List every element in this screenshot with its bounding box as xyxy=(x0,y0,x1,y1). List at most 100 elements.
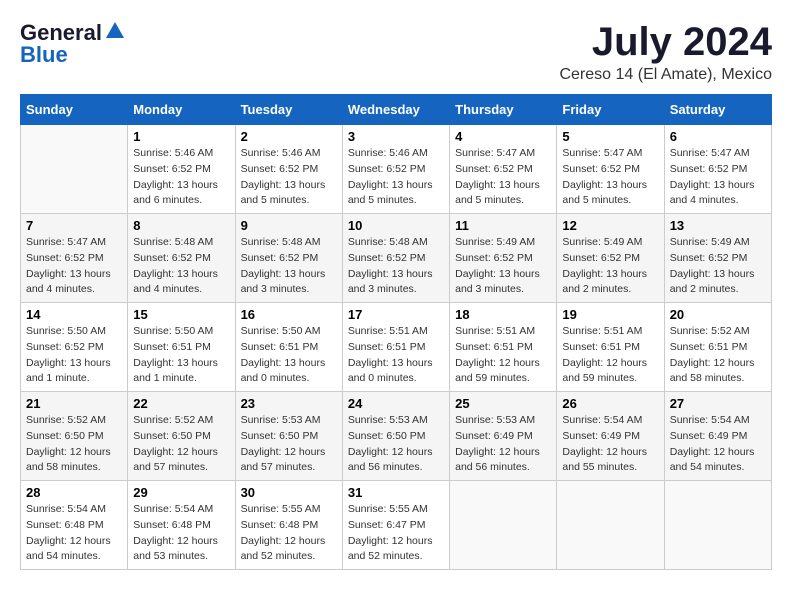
day-info: Sunrise: 5:51 AMSunset: 6:51 PMDaylight:… xyxy=(348,324,444,387)
calendar-cell: 24 Sunrise: 5:53 AMSunset: 6:50 PMDayligh… xyxy=(342,392,449,481)
calendar-cell: 10 Sunrise: 5:48 AMSunset: 6:52 PMDayligh… xyxy=(342,214,449,303)
calendar-cell xyxy=(450,481,557,570)
calendar-cell: 11 Sunrise: 5:49 AMSunset: 6:52 PMDayligh… xyxy=(450,214,557,303)
calendar-cell: 2 Sunrise: 5:46 AMSunset: 6:52 PMDaylight… xyxy=(235,125,342,214)
calendar-cell: 29Sunrise: 5:54 AMSunset: 6:48 PMDayligh… xyxy=(128,481,235,570)
calendar-cell: 8 Sunrise: 5:48 AMSunset: 6:52 PMDaylight… xyxy=(128,214,235,303)
col-monday: Monday xyxy=(128,95,235,125)
col-sunday: Sunday xyxy=(21,95,128,125)
calendar-cell xyxy=(21,125,128,214)
calendar-subtitle: Cereso 14 (El Amate), Mexico xyxy=(559,66,772,84)
logo: General Blue xyxy=(20,20,126,68)
day-number: 27 xyxy=(670,396,766,411)
day-info: Sunrise: 5:46 AMSunset: 6:52 PMDaylight:… xyxy=(348,146,444,209)
calendar-cell: 4 Sunrise: 5:47 AMSunset: 6:52 PMDaylight… xyxy=(450,125,557,214)
day-number: 31 xyxy=(348,485,444,500)
calendar-cell: 21Sunrise: 5:52 AMSunset: 6:50 PMDayligh… xyxy=(21,392,128,481)
calendar-cell: 17Sunrise: 5:51 AMSunset: 6:51 PMDayligh… xyxy=(342,303,449,392)
day-info: Sunrise: 5:51 AMSunset: 6:51 PMDaylight:… xyxy=(455,324,551,387)
calendar-cell: 26 Sunrise: 5:54 AMSunset: 6:49 PMDayligh… xyxy=(557,392,664,481)
calendar-cell: 13 Sunrise: 5:49 AMSunset: 6:52 PMDayligh… xyxy=(664,214,771,303)
week-row-2: 7 Sunrise: 5:47 AMSunset: 6:52 PMDaylight… xyxy=(21,214,772,303)
week-row-4: 21Sunrise: 5:52 AMSunset: 6:50 PMDayligh… xyxy=(21,392,772,481)
calendar-cell: 27Sunrise: 5:54 AMSunset: 6:49 PMDayligh… xyxy=(664,392,771,481)
day-number: 30 xyxy=(241,485,337,500)
day-number: 2 xyxy=(241,129,337,144)
day-info: Sunrise: 5:49 AMSunset: 6:52 PMDaylight:… xyxy=(455,235,551,298)
day-info: Sunrise: 5:47 AMSunset: 6:52 PMDaylight:… xyxy=(562,146,658,209)
logo-blue: Blue xyxy=(20,42,68,68)
calendar-cell: 3 Sunrise: 5:46 AMSunset: 6:52 PMDaylight… xyxy=(342,125,449,214)
day-number: 24 xyxy=(348,396,444,411)
week-row-1: 1 Sunrise: 5:46 AMSunset: 6:52 PMDaylight… xyxy=(21,125,772,214)
day-number: 15 xyxy=(133,307,229,322)
day-number: 8 xyxy=(133,218,229,233)
header-row: Sunday Monday Tuesday Wednesday Thursday… xyxy=(21,95,772,125)
day-info: Sunrise: 5:48 AMSunset: 6:52 PMDaylight:… xyxy=(241,235,337,298)
week-row-5: 28Sunrise: 5:54 AMSunset: 6:48 PMDayligh… xyxy=(21,481,772,570)
day-info: Sunrise: 5:54 AMSunset: 6:48 PMDaylight:… xyxy=(133,502,229,565)
day-number: 11 xyxy=(455,218,551,233)
col-saturday: Saturday xyxy=(664,95,771,125)
calendar-table: Sunday Monday Tuesday Wednesday Thursday… xyxy=(20,94,772,570)
calendar-cell: 14 Sunrise: 5:50 AMSunset: 6:52 PMDayligh… xyxy=(21,303,128,392)
day-number: 18 xyxy=(455,307,551,322)
day-info: Sunrise: 5:48 AMSunset: 6:52 PMDaylight:… xyxy=(348,235,444,298)
day-number: 14 xyxy=(26,307,122,322)
day-number: 1 xyxy=(133,129,229,144)
calendar-body: 1 Sunrise: 5:46 AMSunset: 6:52 PMDaylight… xyxy=(21,125,772,570)
calendar-cell: 19Sunrise: 5:51 AMSunset: 6:51 PMDayligh… xyxy=(557,303,664,392)
week-row-3: 14 Sunrise: 5:50 AMSunset: 6:52 PMDayligh… xyxy=(21,303,772,392)
calendar-cell xyxy=(664,481,771,570)
day-number: 9 xyxy=(241,218,337,233)
day-info: Sunrise: 5:53 AMSunset: 6:50 PMDaylight:… xyxy=(241,413,337,476)
day-info: Sunrise: 5:55 AMSunset: 6:47 PMDaylight:… xyxy=(348,502,444,565)
day-info: Sunrise: 5:49 AMSunset: 6:52 PMDaylight:… xyxy=(562,235,658,298)
calendar-cell: 18 Sunrise: 5:51 AMSunset: 6:51 PMDayligh… xyxy=(450,303,557,392)
day-number: 12 xyxy=(562,218,658,233)
day-info: Sunrise: 5:47 AMSunset: 6:52 PMDaylight:… xyxy=(455,146,551,209)
day-info: Sunrise: 5:55 AMSunset: 6:48 PMDaylight:… xyxy=(241,502,337,565)
calendar-cell: 16 Sunrise: 5:50 AMSunset: 6:51 PMDayligh… xyxy=(235,303,342,392)
day-number: 16 xyxy=(241,307,337,322)
calendar-cell: 1 Sunrise: 5:46 AMSunset: 6:52 PMDaylight… xyxy=(128,125,235,214)
day-info: Sunrise: 5:50 AMSunset: 6:52 PMDaylight:… xyxy=(26,324,122,387)
col-tuesday: Tuesday xyxy=(235,95,342,125)
calendar-cell: 20Sunrise: 5:52 AMSunset: 6:51 PMDayligh… xyxy=(664,303,771,392)
col-wednesday: Wednesday xyxy=(342,95,449,125)
day-info: Sunrise: 5:50 AMSunset: 6:51 PMDaylight:… xyxy=(133,324,229,387)
calendar-header: Sunday Monday Tuesday Wednesday Thursday… xyxy=(21,95,772,125)
day-info: Sunrise: 5:46 AMSunset: 6:52 PMDaylight:… xyxy=(133,146,229,209)
day-number: 13 xyxy=(670,218,766,233)
day-info: Sunrise: 5:47 AMSunset: 6:52 PMDaylight:… xyxy=(26,235,122,298)
day-info: Sunrise: 5:53 AMSunset: 6:50 PMDaylight:… xyxy=(348,413,444,476)
day-number: 25 xyxy=(455,396,551,411)
day-number: 20 xyxy=(670,307,766,322)
calendar-cell: 23Sunrise: 5:53 AMSunset: 6:50 PMDayligh… xyxy=(235,392,342,481)
day-number: 26 xyxy=(562,396,658,411)
day-info: Sunrise: 5:50 AMSunset: 6:51 PMDaylight:… xyxy=(241,324,337,387)
calendar-cell: 12 Sunrise: 5:49 AMSunset: 6:52 PMDayligh… xyxy=(557,214,664,303)
day-number: 10 xyxy=(348,218,444,233)
calendar-cell: 5 Sunrise: 5:47 AMSunset: 6:52 PMDaylight… xyxy=(557,125,664,214)
day-number: 5 xyxy=(562,129,658,144)
day-info: Sunrise: 5:46 AMSunset: 6:52 PMDaylight:… xyxy=(241,146,337,209)
calendar-cell: 6Sunrise: 5:47 AMSunset: 6:52 PMDaylight… xyxy=(664,125,771,214)
header: General Blue July 2024 Cereso 14 (El Ama… xyxy=(20,20,772,84)
calendar-cell: 7 Sunrise: 5:47 AMSunset: 6:52 PMDaylight… xyxy=(21,214,128,303)
calendar-cell: 28Sunrise: 5:54 AMSunset: 6:48 PMDayligh… xyxy=(21,481,128,570)
day-info: Sunrise: 5:48 AMSunset: 6:52 PMDaylight:… xyxy=(133,235,229,298)
logo-icon xyxy=(104,20,126,42)
day-info: Sunrise: 5:49 AMSunset: 6:52 PMDaylight:… xyxy=(670,235,766,298)
day-info: Sunrise: 5:47 AMSunset: 6:52 PMDaylight:… xyxy=(670,146,766,209)
calendar-title: July 2024 xyxy=(559,20,772,64)
day-info: Sunrise: 5:54 AMSunset: 6:49 PMDaylight:… xyxy=(562,413,658,476)
col-friday: Friday xyxy=(557,95,664,125)
day-number: 4 xyxy=(455,129,551,144)
day-number: 3 xyxy=(348,129,444,144)
day-number: 7 xyxy=(26,218,122,233)
day-info: Sunrise: 5:52 AMSunset: 6:50 PMDaylight:… xyxy=(133,413,229,476)
day-info: Sunrise: 5:53 AMSunset: 6:49 PMDaylight:… xyxy=(455,413,551,476)
calendar-cell: 9 Sunrise: 5:48 AMSunset: 6:52 PMDaylight… xyxy=(235,214,342,303)
title-area: July 2024 Cereso 14 (El Amate), Mexico xyxy=(559,20,772,84)
